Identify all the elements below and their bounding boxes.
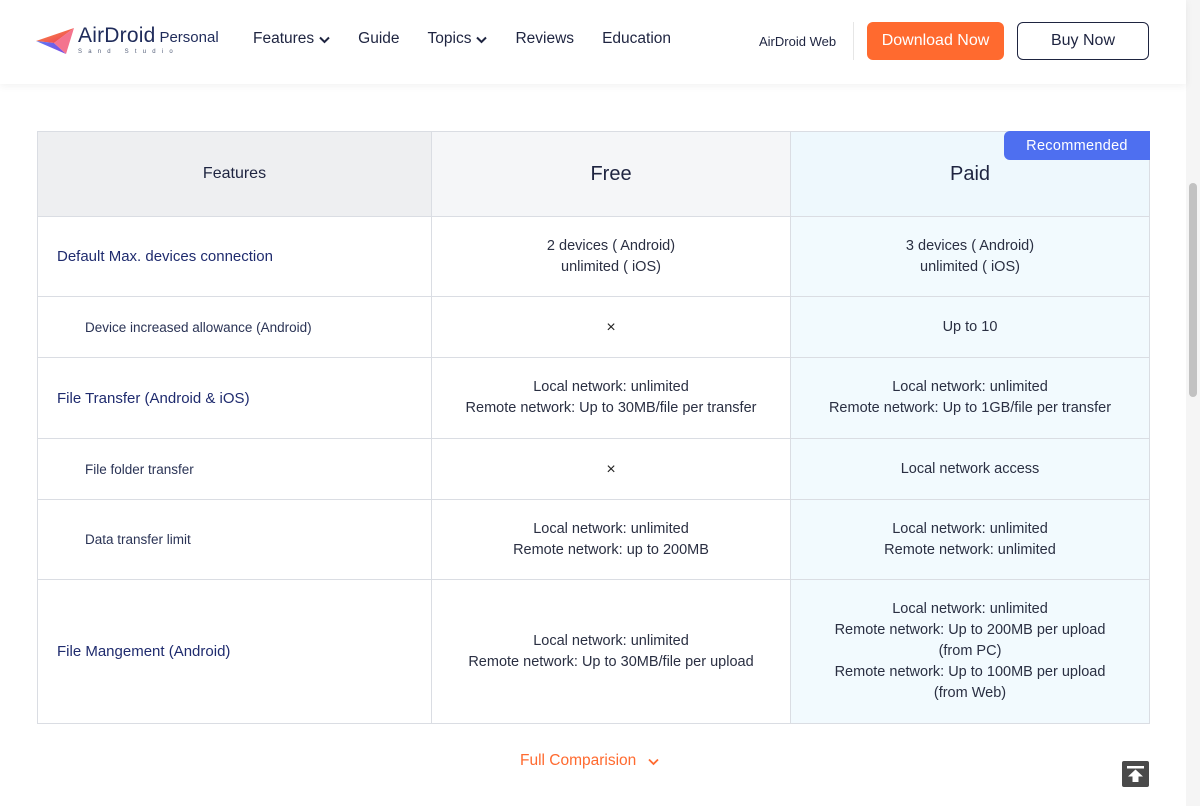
free-value: × [431,296,791,358]
nav-features[interactable]: Features [253,30,330,48]
paid-value: Local network access [790,438,1150,500]
download-now-button[interactable]: Download Now [867,22,1004,60]
paid-value: Up to 10 [790,296,1150,358]
logo-tagline: Sand Studio [78,49,179,55]
paid-value-line: Remote network: Up to 200MB per upload [834,622,1106,638]
logo-wordmark: AirDroid Personal [78,24,219,48]
airdroid-web-link[interactable]: AirDroid Web [759,34,836,49]
paid-value: 3 devices ( Android) unlimited ( iOS) [790,216,1150,297]
feature-name: File Mangement (Android) [37,579,432,724]
feature-name: Data transfer limit [37,499,432,580]
paid-value-line: Local network: unlimited [892,520,1048,537]
free-value-line: Local network: unlimited [533,520,689,537]
nav-guide[interactable]: Guide [358,30,399,48]
free-value: Local network: unlimited Remote network:… [431,357,791,439]
logo-product: Personal [159,29,219,46]
paid-value-line: Remote network: Up to 1GB/file per trans… [828,400,1112,416]
paid-value-line: Local network: unlimited [892,601,1048,617]
back-to-top-button[interactable] [1122,761,1149,787]
chevron-down-icon [476,36,488,43]
column-header-paid-label: Paid [949,162,991,185]
nav-guide-label: Guide [358,30,400,47]
column-header-free: Free [431,131,791,217]
paid-value-line: Remote network: unlimited [884,541,1056,558]
table-row: File Mangement (Android) Local network: … [37,579,1150,724]
nav-education[interactable]: Education [602,30,671,48]
plan-comparison-table: Features Free Paid Recommended Default M… [37,131,1150,724]
scrollbar-thumb[interactable] [1189,183,1197,397]
cross-icon: × [606,460,616,478]
site-header: AirDroid Personal Sand Studio Features Gu… [0,0,1186,84]
page-scrollbar[interactable] [1186,0,1200,806]
buy-now-button[interactable]: Buy Now [1017,22,1149,60]
chevron-down-icon [648,758,659,765]
nav-features-label: Features [253,30,315,47]
paid-value: Local network: unlimited Remote network:… [790,579,1150,724]
table-row: File folder transfer × Local network acc… [37,438,1150,500]
free-value: Local network: unlimited Remote network:… [431,499,791,580]
full-comparison-label: Full Comparision [520,752,637,769]
paid-value-line: Local network: unlimited [892,379,1048,395]
nav-reviews[interactable]: Reviews [515,30,574,48]
chevron-down-icon [319,36,330,43]
paid-value-line: 3 devices ( Android) [905,237,1035,254]
paid-value-line: Remote network: Up to 100MB per upload [834,664,1106,680]
free-value: 2 devices ( Android) unlimited ( iOS) [431,216,791,297]
paid-value: Local network: unlimited Remote network:… [790,499,1150,580]
logo-brand: AirDroid [78,24,156,47]
cross-icon: × [606,318,616,336]
main-nav: Features Guide Topics Reviews Education [253,30,699,48]
feature-name: Device increased allowance (Android) [37,296,432,358]
airdroid-logo[interactable]: AirDroid Personal Sand Studio [36,22,236,62]
free-value: × [431,438,791,500]
table-row: Default Max. devices connection 2 device… [37,216,1150,297]
free-value-line: unlimited ( iOS) [561,258,661,275]
feature-name: Default Max. devices connection [37,216,432,297]
column-header-features: Features [37,131,432,217]
table-row: Data transfer limit Local network: unlim… [37,499,1150,580]
paid-value-line: Local network access [900,460,1040,477]
table-row: File Transfer (Android & iOS) Local netw… [37,357,1150,439]
nav-topics-label: Topics [427,30,472,47]
logo-paper-plane-icon [36,28,74,54]
feature-name: File Transfer (Android & iOS) [37,357,432,439]
free-value-line: Remote network: Up to 30MB/file per uplo… [468,653,754,670]
free-value-line: Remote network: up to 200MB [513,541,709,558]
paid-value-line: unlimited ( iOS) [920,258,1020,275]
free-value-line: 2 devices ( Android) [546,237,676,254]
arrow-up-to-line-icon [1127,766,1144,782]
nav-education-label: Education [602,30,672,47]
nav-topics[interactable]: Topics [428,30,488,48]
free-value: Local network: unlimited Remote network:… [431,579,791,724]
full-comparison-link[interactable]: Full Comparision [520,752,659,770]
free-value-line: Local network: unlimited [533,379,689,395]
table-row: Device increased allowance (Android) × U… [37,296,1150,358]
nav-reviews-label: Reviews [515,30,575,47]
paid-value-line: Up to 10 [942,318,998,335]
free-value-line: Remote network: Up to 30MB/file per tran… [465,400,757,416]
paid-value-line: (from Web) [933,685,1007,701]
header-divider [853,22,854,60]
paid-value: Local network: unlimited Remote network:… [790,357,1150,439]
feature-name: File folder transfer [37,438,432,500]
free-value-line: Local network: unlimited [533,632,689,649]
paid-value-line: (from PC) [938,643,1002,659]
column-header-paid: Paid Recommended [790,131,1150,217]
recommended-badge: Recommended [1004,131,1150,160]
